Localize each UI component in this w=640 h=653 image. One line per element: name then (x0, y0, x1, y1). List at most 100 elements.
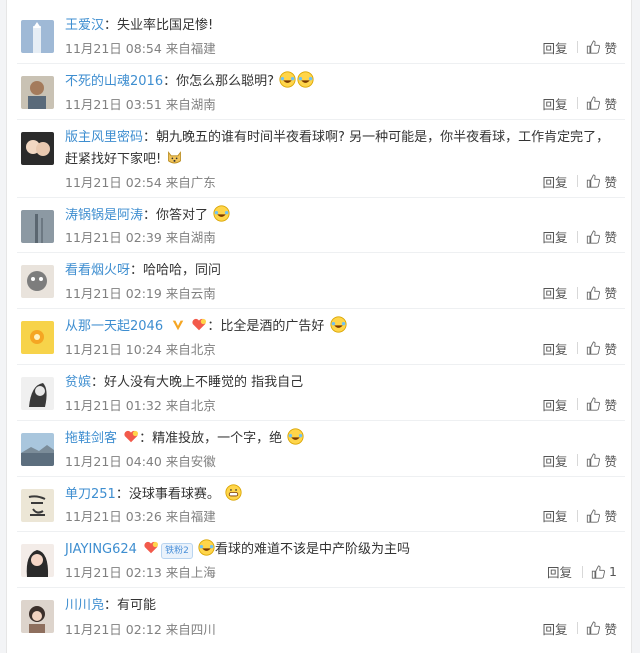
laugh-cry-emoji-icon (198, 539, 215, 556)
comment-location: 来自北京 (165, 341, 216, 357)
list-item: 看看烟火呀：哈哈哈，同问 11月21日 02:19 来自云南 回复 赞 (17, 253, 625, 310)
divider (577, 97, 579, 110)
reply-button[interactable]: 回复 (542, 38, 577, 57)
comment-time: 11月21日 02:12 (65, 621, 162, 637)
comment-text: 没球事看球赛。 (128, 486, 220, 502)
thumbs-up-icon[interactable] (586, 621, 601, 636)
thumbs-up-icon[interactable] (586, 286, 601, 300)
thumbs-up-icon[interactable] (586, 397, 601, 411)
username-link[interactable]: 单刀251 (65, 487, 116, 502)
reply-button[interactable]: 回复 (542, 395, 577, 414)
avatar[interactable] (21, 265, 54, 299)
comment-time: 11月21日 02:54 (65, 174, 162, 190)
username-link[interactable]: 版主风里密码 (65, 130, 143, 145)
comment-line: 贫嫔：好人没有大晚上不睡觉的 指我自己 (65, 374, 304, 390)
thumbs-up-icon[interactable] (586, 174, 601, 188)
username-link[interactable]: 拖鞋剑客 (65, 431, 117, 446)
divider (577, 454, 579, 467)
reply-button[interactable]: 回复 (542, 619, 577, 638)
thumbs-up-icon[interactable] (586, 40, 601, 54)
thumbs-up-icon[interactable] (586, 96, 601, 110)
like-button[interactable]: 赞 (604, 619, 617, 638)
reply-button[interactable]: 回复 (542, 172, 577, 191)
like-button[interactable]: 赞 (604, 451, 617, 470)
avatar[interactable] (21, 321, 54, 355)
list-item: 贫嫔：好人没有大晚上不睡觉的 指我自己 11月21日 01:32 来自北京 回复… (17, 365, 625, 421)
comment-location: 来自四川 (165, 621, 216, 637)
username-link[interactable]: 王爱汉 (65, 18, 104, 33)
like-button[interactable]: 赞 (604, 395, 617, 414)
comment-location: 来自福建 (165, 40, 216, 56)
comment-location: 来自云南 (165, 286, 216, 302)
like-button[interactable]: 赞 (604, 94, 617, 113)
comment-actions: 回复 赞 (542, 227, 617, 246)
thumbs-up-icon[interactable] (586, 230, 601, 244)
comment-actions: 回复 赞 (542, 395, 617, 414)
divider (577, 398, 579, 411)
comment-text: 你怎么那么聪明? (176, 73, 275, 89)
avatar[interactable] (21, 20, 54, 53)
comment-meta: 11月21日 03:51 来自湖南 (65, 94, 216, 113)
divider (577, 342, 579, 355)
avatar[interactable] (21, 600, 54, 634)
divider (577, 41, 579, 54)
laugh-cry-emoji-icon (287, 428, 304, 445)
thumbs-up-icon[interactable] (586, 341, 601, 356)
comment-meta: 11月21日 02:19 来自云南 (65, 283, 216, 302)
comment-text: 你答对了 (156, 207, 209, 223)
comment-text: 比全是酒的广告好 (220, 319, 325, 335)
comment-line: 不死的山魂2016：你怎么那么聪明? (65, 71, 615, 93)
divider (577, 175, 579, 188)
list-item: 版主风里密码：朝九晚五的谁有时间半夜看球啊? 另一种可能是，你半夜看球，工作肯定… (17, 120, 625, 198)
comment-line: 版主风里密码：朝九晚五的谁有时间半夜看球啊? 另一种可能是，你半夜看球，工作肯定… (65, 129, 610, 167)
avatar[interactable] (21, 131, 54, 165)
comment-actions: 回复 赞 (542, 506, 617, 525)
avatar[interactable] (21, 75, 54, 109)
list-item: 从那一天起2046 ：比全是酒的广告好 11月21日 10:24 来自北京 回复… (17, 309, 625, 365)
reply-button[interactable]: 回复 (542, 451, 577, 470)
username-link[interactable]: 不死的山魂2016 (65, 74, 163, 89)
reply-button[interactable]: 回复 (547, 562, 582, 581)
comment-meta: 11月21日 10:24 来自北京 (65, 339, 216, 358)
fan-badge-icon (124, 430, 139, 443)
reply-button[interactable]: 回复 (542, 94, 577, 113)
comment-text: 有可能 (117, 598, 157, 614)
username-link[interactable]: 贫嫔 (65, 375, 91, 390)
like-button[interactable]: 赞 (604, 227, 617, 246)
like-button[interactable]: 赞 (604, 339, 617, 358)
reply-button[interactable]: 回复 (542, 227, 577, 246)
thumbs-up-icon[interactable] (591, 565, 605, 579)
laugh-cry-emoji-icon (329, 316, 347, 333)
divider (577, 230, 579, 243)
avatar[interactable] (21, 488, 54, 522)
like-button[interactable]: 赞 (604, 283, 617, 302)
list-item: 川川凫：有可能 11月21日 02:12 来自四川 回复 赞 (17, 588, 625, 644)
reply-button[interactable]: 回复 (542, 506, 577, 525)
comment-meta: 11月21日 03:26 来自福建 (65, 506, 216, 525)
comment-actions: 回复 赞 (542, 172, 617, 191)
like-count[interactable]: 1 (609, 564, 617, 579)
list-item: 单刀251：没球事看球赛。 11月21日 03:26 来自福建 回复 赞 (17, 477, 625, 533)
laugh-cry-emoji-icon (213, 205, 230, 222)
list-item: 王爱汉：失业率比国足惨! 11月21日 08:54 来自福建 回复 赞 (17, 8, 625, 64)
divider (577, 622, 579, 635)
username-link[interactable]: 川川凫 (65, 598, 104, 613)
username-link[interactable]: 看看烟火呀 (65, 263, 130, 278)
username-link[interactable]: 涛锅锅是阿涛 (65, 208, 143, 223)
comment-line: 单刀251：没球事看球赛。 (65, 484, 615, 506)
username-link[interactable]: 从那一天起2046 (65, 319, 163, 334)
avatar[interactable] (21, 209, 54, 243)
avatar[interactable] (21, 432, 54, 466)
thumbs-up-icon[interactable] (586, 453, 601, 467)
avatar[interactable] (21, 376, 54, 410)
avatar[interactable] (21, 544, 54, 578)
reply-button[interactable]: 回复 (542, 339, 577, 358)
list-item: JIAYING624 铁粉2 看球的难道不该是中产阶级为主吗 11月21日 02… (17, 532, 625, 589)
username-link[interactable]: JIAYING624 (65, 542, 137, 557)
like-button[interactable]: 赞 (604, 172, 617, 191)
reply-button[interactable]: 回复 (542, 283, 577, 302)
thumbs-up-icon[interactable] (586, 509, 601, 523)
like-button[interactable]: 赞 (604, 38, 617, 57)
like-button[interactable]: 赞 (604, 506, 617, 525)
comment-actions: 回复 赞 (542, 619, 617, 638)
